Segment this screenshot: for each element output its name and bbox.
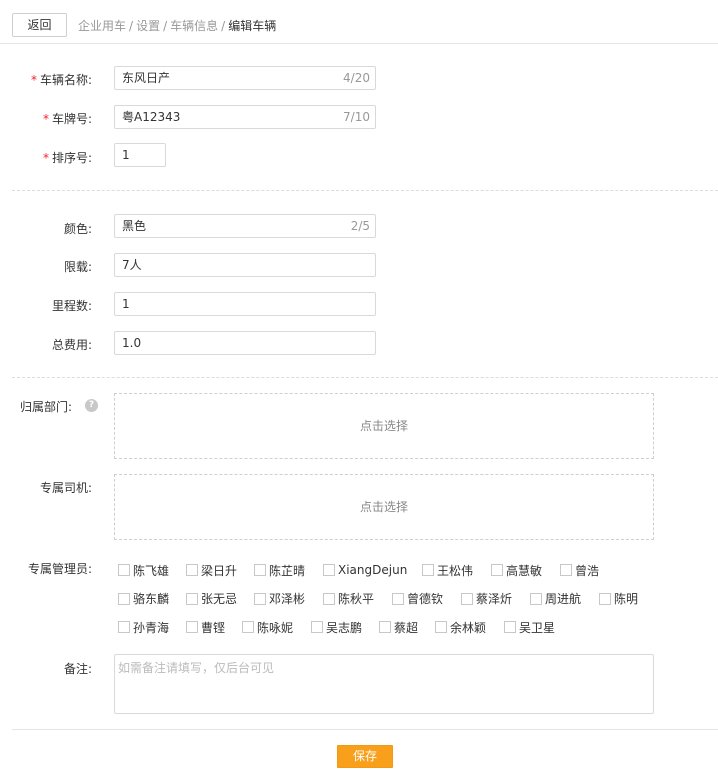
admin-checkbox[interactable]: 吴志鹏 bbox=[311, 619, 362, 635]
admin-row: 孙青海 曹铿 陈咏妮 吴志鹏 蔡超 余林颖 吴卫星 bbox=[118, 619, 678, 648]
total-cost-value: 1.0 bbox=[122, 336, 142, 350]
vehicle-name-label: * 车辆名称: bbox=[30, 73, 92, 87]
admin-checkbox[interactable]: 陈芷晴 bbox=[254, 562, 305, 578]
admin-row: 骆东麟 张无忌 邓泽彬 陈秋平 曾德钦 蔡泽炘 周进航 陈明 bbox=[118, 591, 678, 620]
admin-checkbox[interactable]: 曾浩 bbox=[560, 562, 599, 578]
admin-checkbox-group: 陈飞雄 梁日升 陈芷晴 XiangDejun 王松伟 高慧敏 曾浩 骆东麟 张无… bbox=[118, 562, 678, 648]
admin-checkbox[interactable]: 曹铿 bbox=[186, 619, 225, 635]
capacity-input[interactable]: 7人 bbox=[114, 253, 376, 277]
sort-no-label: * 排序号: bbox=[42, 151, 92, 165]
admin-checkbox[interactable]: 曾德钦 bbox=[392, 591, 443, 607]
checkbox-icon[interactable] bbox=[530, 592, 542, 605]
section-divider bbox=[12, 377, 718, 378]
breadcrumb-item-vehicle-info[interactable]: 车辆信息 bbox=[170, 19, 218, 33]
vehicle-name-value: 东风日产 bbox=[122, 71, 171, 85]
admin-checkbox[interactable]: 梁日升 bbox=[186, 562, 237, 578]
admin-checkbox[interactable]: 邓泽彬 bbox=[254, 591, 305, 607]
top-bar: 返回 企业用车 / 设置 / 车辆信息 / 编辑车辆 bbox=[0, 0, 718, 44]
breadcrumb-item-enterprise-car[interactable]: 企业用车 bbox=[78, 19, 126, 33]
admin-checkbox[interactable]: 蔡泽炘 bbox=[461, 591, 512, 607]
admin-checkbox[interactable]: 王松伟 bbox=[422, 562, 473, 578]
checkbox-icon[interactable] bbox=[186, 564, 198, 576]
admin-checkbox[interactable]: 蔡超 bbox=[379, 619, 418, 635]
footer-divider bbox=[12, 729, 718, 730]
checkbox-icon[interactable] bbox=[422, 564, 434, 576]
color-value: 黑色 bbox=[122, 219, 147, 233]
sort-no-value: 1 bbox=[122, 148, 130, 162]
checkbox-icon[interactable] bbox=[323, 592, 335, 605]
required-mark: * bbox=[42, 112, 49, 126]
checkbox-icon[interactable] bbox=[323, 564, 335, 576]
admin-checkbox[interactable]: 陈秋平 bbox=[323, 591, 374, 607]
checkbox-icon[interactable] bbox=[118, 592, 130, 605]
plate-no-label: * 车牌号: bbox=[42, 112, 92, 126]
checkbox-icon[interactable] bbox=[461, 592, 473, 605]
breadcrumb-separator: / bbox=[129, 19, 134, 33]
color-input[interactable]: 黑色 2/5 bbox=[114, 214, 376, 238]
sort-no-input[interactable]: 1 bbox=[114, 143, 166, 167]
color-label: 颜色: bbox=[63, 222, 92, 236]
help-icon[interactable]: ? bbox=[85, 399, 98, 412]
driver-picker[interactable]: 点击选择 bbox=[114, 474, 654, 540]
checkbox-icon[interactable] bbox=[504, 621, 516, 633]
checkbox-icon[interactable] bbox=[560, 564, 572, 576]
admin-checkbox[interactable]: XiangDejun bbox=[323, 562, 407, 578]
breadcrumb-item-edit-vehicle: 编辑车辆 bbox=[228, 19, 277, 33]
checkbox-icon[interactable] bbox=[435, 621, 447, 633]
capacity-label: 限载: bbox=[63, 260, 92, 274]
checkbox-icon[interactable] bbox=[491, 564, 503, 576]
checkbox-icon[interactable] bbox=[392, 592, 404, 605]
breadcrumb-separator: / bbox=[221, 19, 226, 33]
save-button[interactable]: 保存 bbox=[337, 745, 393, 768]
checkbox-icon[interactable] bbox=[254, 592, 266, 605]
vehicle-name-input[interactable]: 东风日产 4/20 bbox=[114, 66, 376, 90]
admin-checkbox[interactable]: 吴卫星 bbox=[504, 619, 555, 635]
mileage-input[interactable]: 1 bbox=[114, 292, 376, 316]
remark-label: 备注: bbox=[63, 662, 92, 676]
checkbox-icon[interactable] bbox=[186, 592, 198, 605]
total-cost-input[interactable]: 1.0 bbox=[114, 331, 376, 355]
department-label: 归属部门: bbox=[19, 400, 72, 414]
checkbox-icon[interactable] bbox=[379, 621, 391, 633]
admins-label: 专属管理员: bbox=[27, 562, 92, 576]
checkbox-icon[interactable] bbox=[118, 564, 130, 576]
mileage-label: 里程数: bbox=[51, 299, 92, 313]
back-button[interactable]: 返回 bbox=[12, 13, 67, 37]
remark-textarea[interactable]: 如需备注请填写，仅后台可见 bbox=[114, 654, 654, 714]
required-mark: * bbox=[30, 73, 37, 87]
plate-no-input[interactable]: 粤A12343 7/10 bbox=[114, 105, 376, 129]
admin-checkbox[interactable]: 高慧敏 bbox=[491, 562, 542, 578]
breadcrumb-separator: / bbox=[163, 19, 168, 33]
admin-checkbox[interactable]: 陈咏妮 bbox=[242, 619, 293, 635]
plate-no-counter: 7/10 bbox=[343, 110, 370, 124]
admin-checkbox[interactable]: 陈明 bbox=[599, 591, 638, 607]
checkbox-icon[interactable] bbox=[254, 564, 266, 576]
admin-checkbox[interactable]: 孙青海 bbox=[118, 619, 169, 635]
admin-checkbox[interactable]: 张无忌 bbox=[186, 591, 237, 607]
color-counter: 2/5 bbox=[350, 219, 370, 233]
driver-label: 专属司机: bbox=[39, 481, 92, 495]
admin-checkbox[interactable]: 骆东麟 bbox=[118, 591, 169, 607]
admin-checkbox[interactable]: 周进航 bbox=[530, 591, 581, 607]
breadcrumb-item-settings[interactable]: 设置 bbox=[136, 19, 160, 33]
checkbox-icon[interactable] bbox=[311, 621, 323, 633]
checkbox-icon[interactable] bbox=[186, 621, 198, 633]
vehicle-name-counter: 4/20 bbox=[343, 71, 370, 85]
mileage-value: 1 bbox=[122, 297, 130, 311]
admin-row: 陈飞雄 梁日升 陈芷晴 XiangDejun 王松伟 高慧敏 曾浩 bbox=[118, 562, 678, 591]
checkbox-icon[interactable] bbox=[242, 621, 254, 633]
plate-no-value: 粤A12343 bbox=[122, 110, 181, 124]
checkbox-icon[interactable] bbox=[599, 592, 611, 605]
total-cost-label: 总费用: bbox=[51, 338, 92, 352]
department-picker[interactable]: 点击选择 bbox=[114, 393, 654, 459]
capacity-value: 7人 bbox=[122, 258, 142, 272]
admin-checkbox[interactable]: 陈飞雄 bbox=[118, 562, 169, 578]
breadcrumb: 企业用车 / 设置 / 车辆信息 / 编辑车辆 bbox=[78, 17, 276, 34]
required-mark: * bbox=[42, 151, 49, 165]
admin-checkbox[interactable]: 余林颖 bbox=[435, 619, 486, 635]
checkbox-icon[interactable] bbox=[118, 621, 130, 633]
section-divider bbox=[12, 190, 718, 191]
